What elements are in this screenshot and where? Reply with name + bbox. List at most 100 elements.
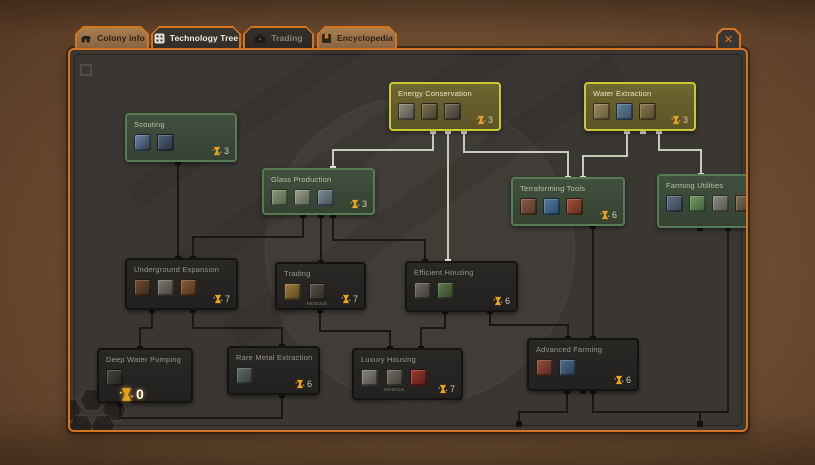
scaffold-icon (593, 103, 610, 120)
cargo-crate-icon (284, 283, 301, 300)
tech-node-farming-utilities[interactable]: Farming Utilities (657, 174, 748, 228)
research-cost: 6 (600, 210, 617, 220)
tab-label: Colony info (97, 33, 145, 43)
tech-node-deep-water-pumping[interactable]: Deep Water Pumping0 (97, 348, 193, 403)
research-cost: 3 (476, 115, 493, 125)
tech-grid-icon (154, 33, 165, 44)
solar-frame-icon (398, 103, 415, 120)
tab-technology-tree[interactable]: Technology Tree (151, 26, 241, 48)
icon-slot (271, 189, 288, 206)
metal-extractor-icon (236, 367, 253, 384)
close-icon: ✕ (718, 30, 739, 48)
tech-node-title: Water Extraction (593, 89, 687, 98)
research-cost: 7 (213, 294, 230, 304)
close-button[interactable]: ✕ (716, 28, 741, 49)
tech-node-trading-tech[interactable]: Trading MODULE 7 (275, 262, 366, 310)
comfort-unit-icon (410, 369, 427, 386)
research-cost-value: 3 (362, 199, 367, 209)
habitat-dome-icon (414, 282, 431, 299)
briefcase-icon (254, 33, 266, 44)
colonist-icon (437, 282, 454, 299)
scout-walker-icon (157, 134, 174, 151)
tech-node-title: Efficient Housing (414, 268, 509, 277)
harvester-icon (712, 195, 729, 212)
tab-colony-info[interactable]: Colony info (75, 26, 149, 48)
research-cost-value: 6 (505, 296, 510, 306)
tech-node-efficient-housing[interactable]: Efficient Housing 6 (405, 261, 518, 312)
research-cost: 6 (614, 375, 631, 385)
tech-node-title: Terraforming Tools (520, 184, 616, 193)
tech-node-title: Farming Utilities (666, 181, 748, 190)
icon-slot: MODULE (307, 283, 327, 306)
icon-slot (180, 279, 197, 296)
tech-node-water-extraction[interactable]: Water Extraction 3 (584, 82, 696, 131)
icon-slot (421, 103, 438, 120)
plot-frame-icon (666, 195, 683, 212)
crop-crate-icon (536, 359, 553, 376)
tech-node-terraforming-tools[interactable]: Terraforming Tools 6 (511, 177, 625, 226)
icon-slot (317, 189, 334, 206)
tech-node-rare-metal-extraction[interactable]: Rare Metal Extraction 6 (227, 346, 320, 395)
tech-node-title: Rare Metal Extraction (236, 353, 311, 362)
tab-label: Encyclopedia (337, 33, 393, 43)
kiln-icon (294, 189, 311, 206)
tech-node-title: Glass Production (271, 175, 366, 184)
icon-slot (294, 189, 311, 206)
icon-slot (236, 367, 253, 384)
research-cost-value: 6 (626, 375, 631, 385)
tech-node-title: Luxury Housing (361, 355, 454, 364)
excavator-icon (157, 279, 174, 296)
icon-slot (536, 359, 553, 376)
tech-tree-nodes: Scouting3Energy Conservation3Water Extra… (70, 50, 746, 430)
tech-node-scouting[interactable]: Scouting 3 (125, 113, 237, 162)
research-cost: 3 (350, 199, 367, 209)
planter-icon (520, 198, 537, 215)
icon-slot (106, 369, 123, 386)
icon-slot (410, 369, 427, 386)
tech-node-glass-production[interactable]: Glass Production 3 (262, 168, 375, 215)
capsule-home-icon (361, 369, 378, 386)
housing-module-icon (386, 369, 403, 386)
tab-trading-inner: Trading (245, 28, 312, 48)
tech-node-title: Scouting (134, 120, 228, 129)
icon-slot (735, 195, 748, 212)
globe-icon (543, 198, 560, 215)
greenhouse-panel-icon (689, 195, 706, 212)
research-cost: 0 (119, 386, 144, 402)
research-cost-value: 6 (307, 379, 312, 389)
icon-slot (543, 198, 560, 215)
tab-encyclopedia[interactable]: Encyclopedia (317, 26, 397, 48)
deep-pump-icon (106, 369, 123, 386)
icon-slot (157, 134, 174, 151)
research-cost-value: 7 (353, 294, 358, 304)
icon-slot (444, 103, 461, 120)
tech-node-title: Trading (284, 269, 357, 278)
research-cost-value: 3 (683, 115, 688, 125)
tech-node-title: Energy Conservation (398, 89, 492, 98)
icon-slot (616, 103, 633, 120)
terraformer-icon (566, 198, 583, 215)
research-cost-value: 6 (612, 210, 617, 220)
research-cost-value: 3 (224, 146, 229, 156)
icon-slot (689, 195, 706, 212)
tab-trading[interactable]: Trading (243, 26, 314, 48)
tech-node-underground-expansion[interactable]: Underground Expansion 7 (125, 258, 238, 310)
icon-slot (639, 103, 656, 120)
glass-furnace-icon (271, 189, 288, 206)
tech-node-energy-conservation[interactable]: Energy Conservation 3 (389, 82, 501, 131)
tech-node-icons (666, 195, 748, 212)
tech-node-advanced-farming[interactable]: Advanced Farming6 (527, 338, 639, 391)
tech-node-title: Underground Expansion (134, 265, 229, 274)
technology-tree-panel: Scouting3Energy Conservation3Water Extra… (68, 48, 748, 432)
tab-technology-tree-inner: Technology Tree (153, 28, 239, 48)
icon-slot (361, 369, 378, 386)
icon-slot (566, 198, 583, 215)
icon-slot (284, 283, 301, 300)
icon-slot (134, 134, 151, 151)
tech-node-luxury-housing[interactable]: Luxury HousingMODULE7 (352, 348, 463, 400)
support-column-icon (180, 279, 197, 296)
research-cost: 3 (671, 115, 688, 125)
hydroponics-grid-icon (559, 359, 576, 376)
icon-slot (134, 279, 151, 296)
battery-icon (444, 103, 461, 120)
